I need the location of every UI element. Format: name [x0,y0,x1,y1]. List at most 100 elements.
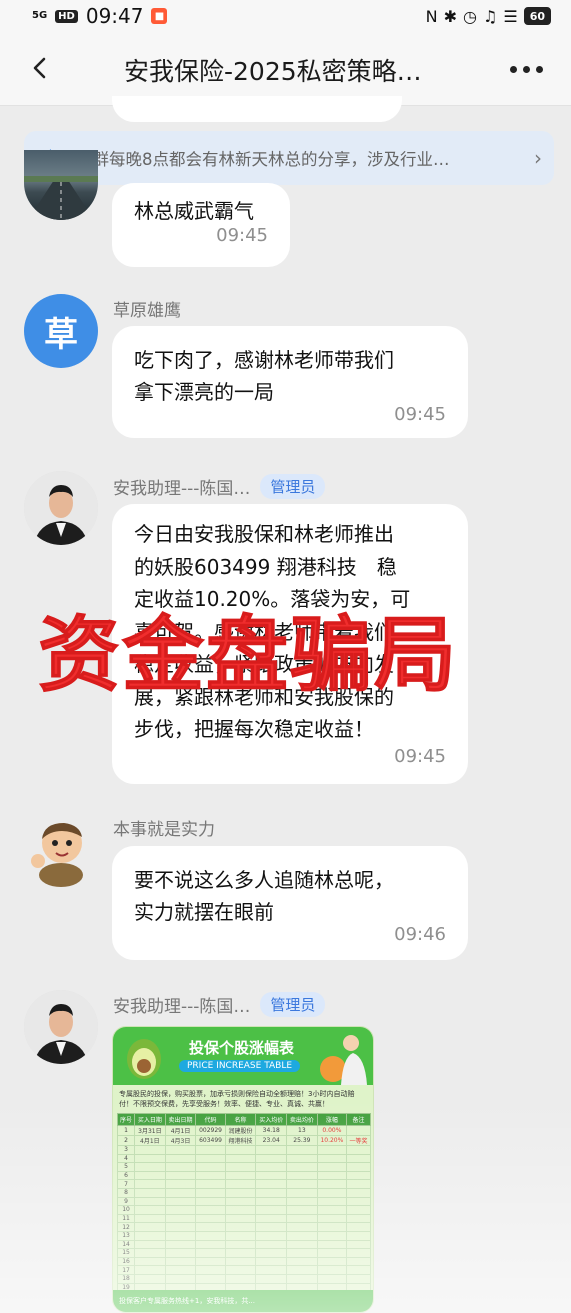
message-time: 09:45 [394,745,446,767]
table-header-cell: 代码 [195,1113,226,1126]
status-bar: 5G HD 09:47 ■ N ✱ ◷ ♫ ☰ 60 [0,0,571,32]
table-row: 11 [116,1213,371,1224]
table-row: 17 [116,1265,371,1275]
table-row: 4 [116,1153,371,1164]
table-cell: 13 [286,1125,318,1136]
table-cell [286,1187,318,1198]
table-cell [255,1145,288,1155]
table-cell [255,1256,288,1267]
back-icon[interactable] [30,56,50,80]
table-cell [286,1196,318,1207]
table-cell [346,1145,371,1155]
message-bubble[interactable]: 林总威武霸气 09:45 [112,183,290,267]
table-row: 2 4月1日 4月3日 603499 翔港科技 23.04 25.39 10.20% 一等奖 [116,1135,371,1146]
sender-label: 草原雄鹰 [113,301,181,321]
table-cell: 翔港科技 [224,1135,257,1146]
table-cell: 7 [116,1179,136,1189]
message-bubble[interactable]: 吃下肉了，感谢林老师带我们 拿下漂亮的一局 09:45 [112,326,468,438]
table-cell [286,1179,318,1189]
table-cell [134,1170,166,1181]
alarm-icon: ◷ [463,6,477,26]
avatar-cartoon[interactable] [24,813,98,887]
table-cell: 603499 [195,1135,226,1146]
table-cell [346,1196,371,1207]
table-cell [316,1145,348,1155]
table-cell [316,1213,348,1224]
table-row: 13 [116,1230,371,1241]
sender-name: 本事就是实力 [113,815,215,840]
table-cell [286,1222,318,1232]
table-cell [346,1170,371,1181]
table-cell [195,1205,226,1215]
table-cell: 3月31日 [134,1125,166,1136]
table-cell [164,1205,197,1215]
table-cell [224,1196,257,1207]
table-cell: 9 [116,1196,136,1207]
avatar-letter: 草 [44,314,78,355]
table-cell [224,1153,257,1164]
table-cell [195,1222,226,1232]
table-cell [255,1239,288,1250]
table-cell: 0.00% [316,1125,348,1136]
table-cell [346,1239,371,1250]
table-cell [224,1248,257,1258]
table-cell [316,1273,348,1284]
bluetooth-icon: ✱ [443,6,458,26]
table-row: 8 [116,1187,371,1198]
table-cell [316,1205,348,1215]
avatar-assistant[interactable] [24,471,98,545]
price-table: 序号 买入日期 卖出日期 代码 名称 买入均价 卖出均价 涨幅 备注 1 3月31日 4月1日 002… [116,1113,371,1312]
table-cell [286,1145,318,1155]
table-cell [195,1196,226,1207]
image-message[interactable]: 投保个股涨幅表 PRICE INCREASE TABLE 专属股民的投保，购买股… [112,1026,374,1313]
table-row: 7 [116,1179,371,1189]
avatar-road[interactable] [24,150,98,220]
table-cell [286,1239,318,1250]
wifi-icon: ☰ [503,6,518,26]
cut-off-message [112,96,402,122]
group-notice-bar[interactable]: 本群每晚8点都会有林新天林总的分享，涉及行业… › [24,131,554,185]
table-cell [134,1256,166,1267]
table-cell [316,1187,348,1198]
table-cell [195,1170,226,1181]
table-cell [255,1153,288,1164]
table-cell [224,1179,257,1189]
table-row: 18 [116,1273,371,1284]
table-cell [164,1265,197,1275]
admin-badge: 管理员 [260,474,326,499]
table-cell [255,1162,288,1172]
table-header-cell: 名称 [224,1113,257,1126]
sender-label: 安我助理---陈国… [113,479,251,499]
sender-label: 本事就是实力 [113,820,215,840]
table-cell [255,1273,288,1284]
table-cell [286,1162,318,1172]
table-cell [195,1153,226,1164]
table-cell [164,1230,197,1241]
avatar-caoyuan[interactable]: 草 [24,294,98,368]
table-cell [255,1196,288,1207]
avocado-icon [127,1039,161,1079]
message-text: 吃下肉了，感谢林老师带我们 拿下漂亮的一局 [134,348,394,404]
notice-text: 本群每晚8点都会有林新天林总的分享，涉及行业… [76,150,450,169]
table-row: 5 [116,1162,371,1172]
more-options-icon[interactable] [510,66,543,73]
table-cell: 10 [116,1205,136,1215]
table-cell [286,1248,318,1258]
sender-name: 安我助理---陈国… 管理员 [113,474,326,499]
table-cell: 4月3日 [164,1135,197,1146]
message-bubble[interactable]: 要不说这么多人追随林总呢， 实力就摆在眼前 09:46 [112,846,468,960]
table-cell: 2 [116,1135,136,1146]
table-cell [346,1179,371,1189]
table-cell [316,1170,348,1181]
image-subtitle: PRICE INCREASE TABLE [179,1060,301,1072]
table-cell: 34.18 [255,1125,288,1136]
hd-indicator: HD [55,9,78,23]
table-cell [224,1273,257,1284]
table-cell [134,1248,166,1258]
table-cell: 17 [116,1265,136,1275]
avatar-assistant[interactable] [24,990,98,1064]
table-cell [134,1196,166,1207]
table-header-cell: 涨幅 [316,1113,348,1126]
image-note: 专属股民的投保，购买股票，加承亏损则保险自动全额理赔！3小时内自动赔付！不限预交… [119,1090,355,1108]
table-header-cell: 卖出均价 [286,1113,318,1126]
